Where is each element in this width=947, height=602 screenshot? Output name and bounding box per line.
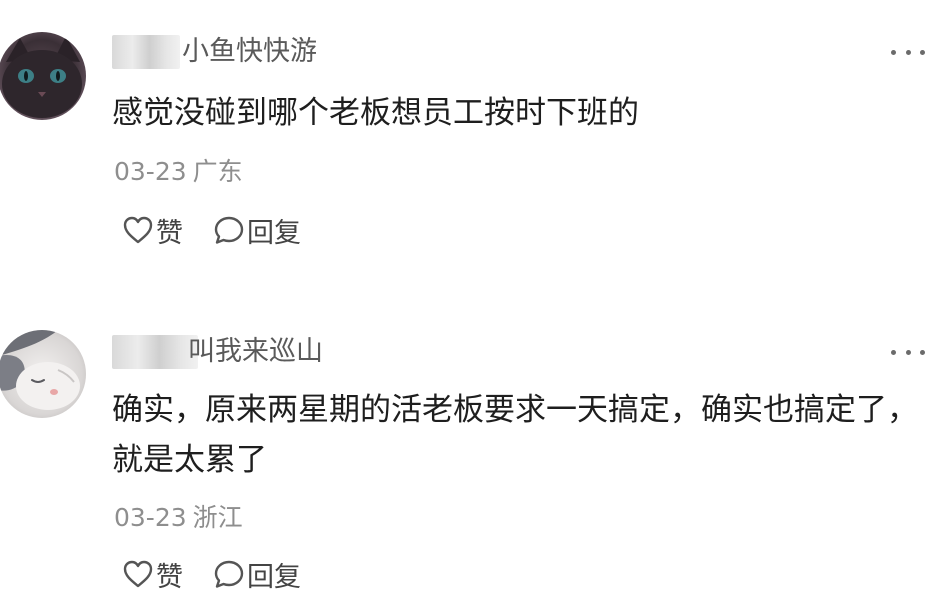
reply-button[interactable]: 回复 <box>213 555 301 594</box>
like-button[interactable]: 赞 <box>122 555 183 594</box>
comment-location: 浙江 <box>192 503 243 532</box>
user-avatar[interactable] <box>0 330 86 418</box>
comment-item: 叫我来巡山 确实，原来两星期的活老板要求一天搞定，确实也搞定了，就是太累了 03… <box>0 0 947 602</box>
username[interactable]: 叫我来巡山 <box>188 332 323 372</box>
username-mask <box>112 335 198 369</box>
comment-meta: 03-23 浙江 <box>114 500 243 536</box>
reply-label: 回复 <box>247 561 301 593</box>
like-label: 赞 <box>156 561 183 593</box>
more-horizontal-icon[interactable] <box>891 342 925 362</box>
comment-text: 确实，原来两星期的活老板要求一天搞定，确实也搞定了，就是太累了 <box>112 392 918 478</box>
comment-bubble-icon <box>214 560 244 588</box>
heart-outline-icon <box>123 560 153 588</box>
comment-actions: 赞 回复 <box>122 554 331 594</box>
comment-date: 03-23 <box>114 503 187 532</box>
sleeping-cat-avatar-icon <box>0 330 86 418</box>
username-row: 叫我来巡山 <box>112 332 323 372</box>
